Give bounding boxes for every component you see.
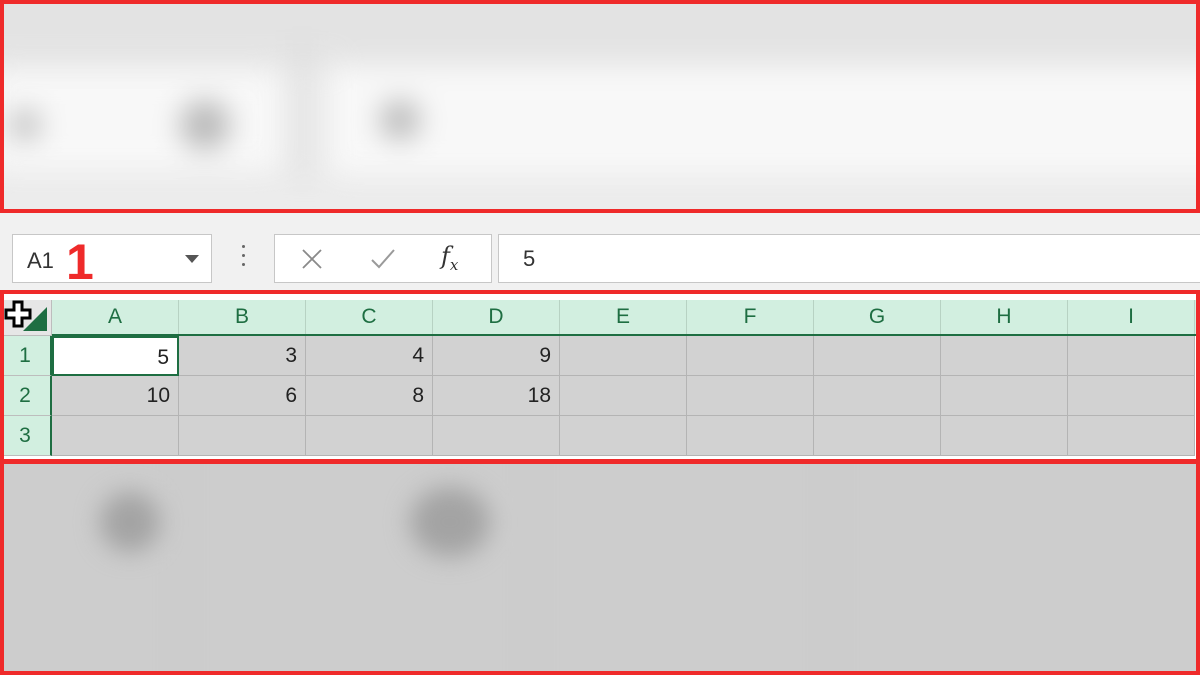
name-box-value: A1 <box>27 248 54 273</box>
step-marker: 1 <box>66 234 94 290</box>
highlight-frame-bottom <box>0 460 1200 675</box>
highlight-frame-top <box>0 0 1200 213</box>
formula-input[interactable]: 5 <box>498 234 1200 283</box>
fx-sub-label: x <box>449 255 459 274</box>
formula-tools: fx <box>274 234 492 283</box>
insert-function-icon[interactable]: fx <box>441 242 458 274</box>
highlight-frame-grid <box>0 290 1200 463</box>
fx-label: f <box>441 242 450 270</box>
check-icon[interactable] <box>369 247 397 271</box>
more-vertical-icon[interactable] <box>239 245 247 271</box>
chevron-down-icon[interactable] <box>185 255 199 263</box>
name-box[interactable]: A1 <box>12 234 212 283</box>
formula-bar: A1 1 fx 5 <box>0 212 1200 294</box>
cancel-icon[interactable] <box>300 247 324 271</box>
